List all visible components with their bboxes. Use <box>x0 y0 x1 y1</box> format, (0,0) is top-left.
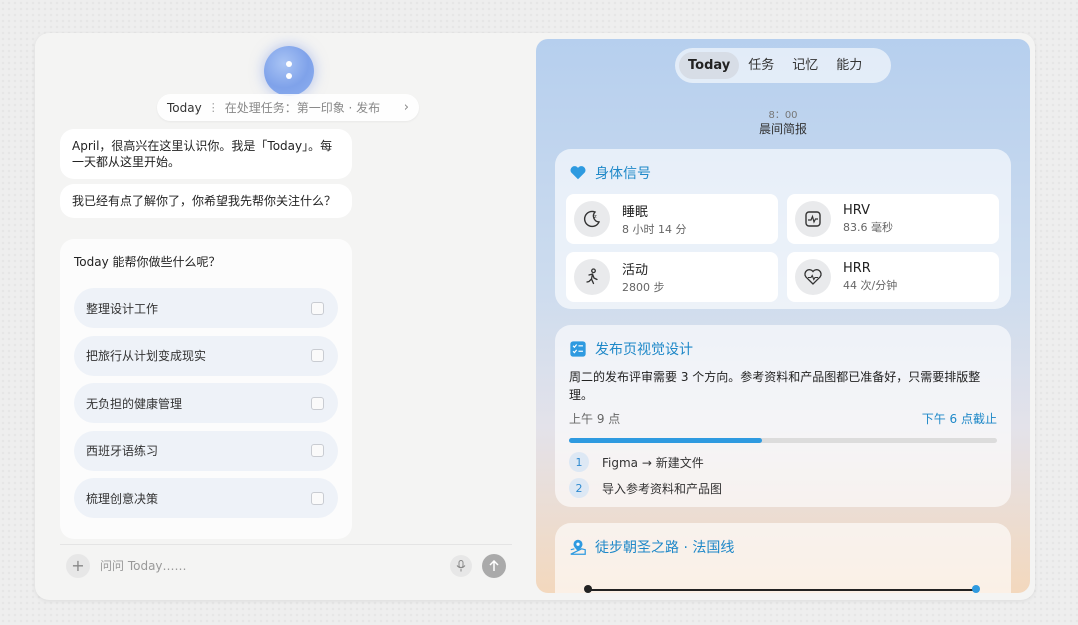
brief-time: 8：00 <box>768 110 798 121</box>
option-label: 西班牙语练习 <box>86 444 159 458</box>
metric-value: 8 小时 14 分 <box>622 223 687 236</box>
option-checkbox[interactable] <box>311 444 324 457</box>
body-signals-card[interactable]: 身体信号 z 睡眠 8 小时 14 分 HRV 83.6 毫秒 活动 2800 … <box>555 149 1011 309</box>
task-title: 发布页视觉设计 <box>595 342 693 358</box>
microphone-button[interactable] <box>450 554 472 577</box>
option-checkbox[interactable] <box>311 349 324 362</box>
tab-capabilities[interactable]: 能力 <box>827 52 871 79</box>
task-card[interactable]: 发布页视觉设计 周二的发布评审需要 3 个方向。参考资料和产品图都已准备好，只需… <box>555 325 1011 507</box>
step-text: Figma → 新建文件 <box>602 455 704 470</box>
tab-tasks[interactable]: 任务 <box>739 52 783 79</box>
assistant-orb-avatar[interactable] <box>264 46 314 96</box>
svg-text:z: z <box>594 214 597 220</box>
option-item[interactable]: 梳理创意决策 <box>74 478 338 518</box>
tab-bar: Today 任务 记忆 能力 <box>675 48 891 83</box>
message-composer: + 问问 Today…… <box>60 544 512 586</box>
option-item[interactable]: 西班牙语练习 <box>74 430 338 471</box>
metric-hrv[interactable]: HRV 83.6 毫秒 <box>787 194 999 244</box>
body-signals-header: 身体信号 <box>569 163 651 183</box>
options-card: Today 能帮你做些什么呢？ 整理设计工作 把旅行从计划变成现实 无负担的健康… <box>60 239 352 539</box>
assistant-message: 我已经有点了解你了，你希望我先帮你关注什么？ <box>60 184 352 218</box>
options-question: Today 能帮你做些什么呢？ <box>74 255 221 269</box>
checklist-icon <box>570 341 586 357</box>
body-signals-title: 身体信号 <box>595 166 651 182</box>
tab-memory[interactable]: 记忆 <box>783 52 827 79</box>
option-item[interactable]: 把旅行从计划变成现实 <box>74 335 338 376</box>
metric-name: HRR <box>843 261 871 276</box>
metric-sleep[interactable]: z 睡眠 8 小时 14 分 <box>566 194 778 244</box>
chevron-right-icon: › <box>403 100 409 115</box>
metric-value: 2800 步 <box>622 281 665 294</box>
map-pin-icon <box>570 539 586 555</box>
metric-value: 83.6 毫秒 <box>843 221 893 234</box>
metric-name: 活动 <box>622 263 649 278</box>
status-mode: Today <box>167 100 202 115</box>
app-window: Today ⋮ 在处理任务：第一印象 · 发布 › April，很高兴在这里认识… <box>35 33 1035 600</box>
option-label: 把旅行从计划变成现实 <box>86 349 207 363</box>
route-title: 徒步朝圣之路 · 法国线 <box>595 540 735 556</box>
heart-rate-icon <box>795 259 831 295</box>
dashboard-panel: Today 任务 记忆 能力 8：00 晨间简报 身体信号 z 睡眠 8 小时 … <box>536 39 1030 593</box>
sleep-icon: z <box>574 201 610 237</box>
activity-icon <box>574 259 610 295</box>
task-status-pill[interactable]: Today ⋮ 在处理任务：第一印象 · 发布 › <box>157 94 419 121</box>
option-item[interactable]: 整理设计工作 <box>74 288 338 328</box>
task-due-time: 下午 6 点截止 <box>921 412 997 426</box>
hiking-route-card[interactable]: 徒步朝圣之路 · 法国线 <box>555 523 1011 593</box>
task-time-row: 上午 9 点 下午 6 点截止 <box>569 410 997 427</box>
route-header: 徒步朝圣之路 · 法国线 <box>569 537 734 557</box>
option-label: 无负担的健康管理 <box>86 396 183 411</box>
metric-activity[interactable]: 活动 2800 步 <box>566 252 778 302</box>
metric-name: HRV <box>843 203 870 218</box>
task-step[interactable]: 2 导入参考资料和产品图 <box>569 478 722 498</box>
assistant-message: April，很高兴在这里认识你。我是「Today」。每一天都从这里开始。 <box>60 129 352 179</box>
option-item[interactable]: 无负担的健康管理 <box>74 383 338 423</box>
task-progress-fill <box>569 438 762 443</box>
chat-panel: Today ⋮ 在处理任务：第一印象 · 发布 › April，很高兴在这里认识… <box>35 33 535 600</box>
status-task-text: 在处理任务：第一印象 · 发布 <box>224 101 381 115</box>
step-number: 1 <box>569 452 589 472</box>
orb-dot <box>286 61 292 67</box>
metric-hrr[interactable]: HRR 44 次/分钟 <box>787 252 999 302</box>
task-progress-bar <box>569 438 997 443</box>
route-line <box>588 589 976 591</box>
message-input[interactable]: 问问 Today…… <box>100 557 450 574</box>
task-description: 周二的发布评审需要 3 个方向。参考资料和产品图都已准备好，只需要排版整理。 <box>569 370 981 402</box>
hrv-icon <box>795 201 831 237</box>
option-checkbox[interactable] <box>311 396 324 410</box>
add-attachment-button[interactable]: + <box>66 553 90 578</box>
route-end-dot <box>972 585 980 593</box>
tab-today[interactable]: Today <box>679 52 740 79</box>
orb-dot <box>286 73 292 79</box>
arrow-up-icon <box>489 559 499 571</box>
task-start-time: 上午 9 点 <box>569 412 621 426</box>
send-button[interactable] <box>482 553 506 578</box>
option-checkbox[interactable] <box>311 301 324 315</box>
brief-title: 晨间简报 <box>758 122 807 136</box>
route-start-dot <box>584 585 592 593</box>
option-label: 整理设计工作 <box>86 301 159 316</box>
option-checkbox[interactable] <box>311 491 324 505</box>
status-separator-icon: ⋮ <box>207 101 219 114</box>
step-text: 导入参考资料和产品图 <box>602 481 723 496</box>
metric-value: 44 次/分钟 <box>843 279 898 292</box>
option-label: 梳理创意决策 <box>86 491 159 506</box>
microphone-icon <box>456 559 466 571</box>
task-header: 发布页视觉设计 <box>569 339 693 359</box>
task-step[interactable]: 1 Figma → 新建文件 <box>569 452 704 472</box>
heart-icon <box>570 166 586 180</box>
step-number: 2 <box>569 478 589 498</box>
metric-name: 睡眠 <box>622 205 649 220</box>
